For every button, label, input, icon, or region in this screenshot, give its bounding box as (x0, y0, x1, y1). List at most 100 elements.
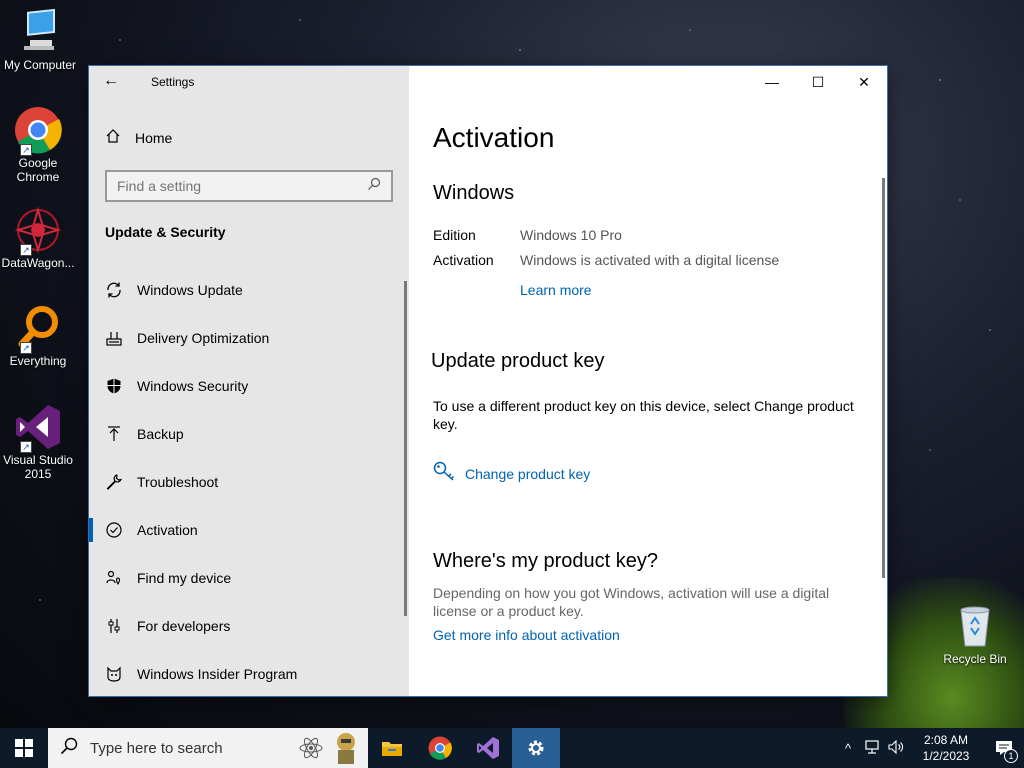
sidebar-item-delivery-optimization[interactable]: Delivery Optimization (89, 314, 405, 362)
home-nav-item[interactable]: Home (105, 128, 172, 147)
action-center-button[interactable]: 1 (984, 728, 1024, 768)
update-product-key-heading: Update product key (431, 350, 605, 372)
sidebar-scrollbar[interactable] (404, 281, 407, 616)
change-product-key-label: Change product key (465, 465, 591, 482)
minimize-button[interactable]: — (749, 66, 795, 98)
home-label: Home (135, 129, 173, 146)
clock-date: 1/2/2023 (922, 749, 970, 763)
developer-sliders-icon (105, 617, 123, 635)
learn-more-link[interactable]: Learn more (520, 282, 592, 298)
search-highlight-atom-icon (298, 736, 324, 765)
visual-studio-icon: ↗ (14, 403, 62, 453)
activation-content: — ☐ ✕ Activation Windows Edition Windows… (409, 66, 887, 696)
computer-icon (16, 8, 64, 56)
taskbar-search-placeholder: Type here to search (90, 739, 223, 757)
wrench-icon (105, 473, 123, 491)
folder-icon (382, 742, 402, 756)
desktop-icon-label: Google Chrome (16, 156, 60, 184)
taskbar-clock[interactable]: 2:08 AM 1/2/2023 (914, 732, 978, 764)
desktop-icon-label: My Computer (3, 58, 77, 72)
taskbar-settings[interactable] (512, 728, 560, 768)
sidebar-item-find-my-device[interactable]: Find my device (89, 554, 405, 602)
search-icon (60, 737, 78, 760)
recycle-bin-icon (951, 602, 999, 650)
sidebar-item-troubleshoot[interactable]: Troubleshoot (89, 458, 405, 506)
taskbar-chrome[interactable] (416, 728, 464, 768)
activation-info-link[interactable]: Get more info about activation (433, 627, 620, 643)
desktop-icon-visual-studio[interactable]: ↗ Visual Studio 2015 (0, 403, 78, 481)
shield-icon (105, 377, 123, 395)
backup-arrow-icon (105, 425, 123, 443)
taskbar-visual-studio[interactable] (464, 728, 512, 768)
sidebar-item-label: Windows Insider Program (137, 666, 298, 682)
where-product-key-heading: Where's my product key? (433, 550, 659, 572)
desktop-icon-everything[interactable]: ↗ Everything (0, 304, 78, 368)
insider-cat-icon (105, 665, 123, 683)
sidebar-item-label: Backup (137, 426, 184, 442)
windows-heading: Windows (433, 182, 515, 204)
key-icon (433, 461, 457, 486)
shortcut-arrow-icon: ↗ (20, 244, 32, 256)
edition-key: Edition (433, 227, 476, 243)
sync-icon (105, 281, 123, 299)
desktop-icon-datawagon[interactable]: ↗ DataWagon... (0, 206, 78, 270)
activation-value: Windows is activated with a digital lice… (520, 252, 780, 268)
sidebar-nav-list: Windows Update Delivery Optimization Win… (89, 266, 405, 698)
taskbar-search-box[interactable]: Type here to search (48, 728, 368, 768)
sidebar-item-windows-security[interactable]: Windows Security (89, 362, 405, 410)
taskbar-file-explorer[interactable] (368, 728, 416, 768)
sidebar-item-activation[interactable]: Activation (89, 506, 405, 554)
desktop-icon-label: Recycle Bin (943, 652, 1007, 666)
shortcut-arrow-icon: ↗ (20, 144, 32, 156)
volume-icon[interactable] (884, 739, 908, 757)
taskbar: Type here to search ^ 2:08 AM 1/2/2023 1 (0, 728, 1024, 768)
network-icon[interactable] (860, 739, 884, 757)
sidebar-item-label: Find my device (137, 570, 232, 586)
desktop-icon-recycle-bin[interactable]: Recycle Bin (935, 602, 1015, 666)
update-product-key-description: To use a different product key on this d… (433, 398, 854, 432)
edition-value: Windows 10 Pro (520, 227, 622, 243)
shortcut-arrow-icon: ↗ (20, 342, 32, 354)
settings-window: ← Settings Home Update & Security Window… (88, 65, 888, 697)
page-title: Activation (433, 122, 555, 153)
show-hidden-icons-chevron-icon[interactable]: ^ (836, 741, 860, 756)
find-setting-search[interactable] (105, 170, 393, 202)
everything-search-icon: ↗ (14, 304, 62, 354)
sidebar-item-backup[interactable]: Backup (89, 410, 405, 458)
activation-key: Activation (433, 252, 494, 268)
back-button[interactable]: ← (103, 72, 123, 92)
delivery-optimization-icon (105, 329, 123, 347)
search-icon[interactable] (367, 177, 381, 196)
sidebar-item-windows-insider-program[interactable]: Windows Insider Program (89, 650, 405, 698)
content-scrollbar[interactable] (882, 178, 885, 578)
where-product-key-description: Depending on how you got Windows, activa… (433, 585, 830, 619)
sidebar-item-windows-update[interactable]: Windows Update (89, 266, 405, 314)
desktop-icon-label: Visual Studio 2015 (3, 453, 73, 481)
close-button[interactable]: ✕ (841, 66, 887, 98)
clock-time: 2:08 AM (923, 733, 969, 747)
sidebar-item-label: Windows Update (137, 282, 243, 298)
sidebar-item-label: For developers (137, 618, 231, 634)
sidebar-item-label: Windows Security (137, 378, 249, 394)
desktop-icon-my-computer[interactable]: My Computer (0, 8, 80, 72)
find-setting-input[interactable] (117, 178, 357, 194)
notification-count-badge: 1 (1004, 749, 1018, 763)
check-circle-icon (105, 521, 123, 539)
sidebar-item-label: Delivery Optimization (137, 330, 270, 346)
window-caption-buttons: — ☐ ✕ (749, 66, 887, 98)
desktop-icon-google-chrome[interactable]: ↗ Google Chrome (0, 106, 78, 184)
desktop-icon-label: DataWagon... (1, 256, 75, 270)
datawagon-icon: ↗ (14, 206, 62, 256)
sidebar-item-label: Troubleshoot (137, 474, 219, 490)
change-product-key-link[interactable]: Change product key (433, 461, 590, 486)
maximize-button[interactable]: ☐ (795, 66, 841, 98)
sidebar-item-for-developers[interactable]: For developers (89, 602, 405, 650)
section-title: Update & Security (105, 224, 226, 240)
system-tray: ^ 2:08 AM 1/2/2023 1 (836, 728, 1024, 768)
gear-icon (528, 740, 544, 756)
start-button[interactable] (0, 728, 48, 768)
desktop-icon-label: Everything (9, 354, 67, 368)
sidebar-item-label: Activation (137, 522, 198, 538)
title-bar: ← Settings (89, 66, 409, 98)
search-highlight-character-icon (330, 730, 362, 768)
